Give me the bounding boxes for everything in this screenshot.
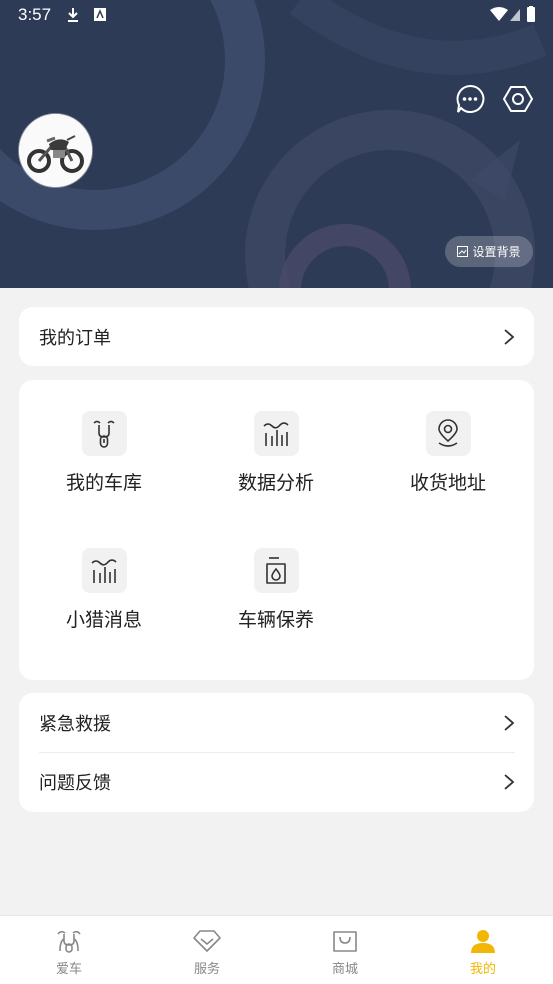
grid-icon-box — [81, 548, 127, 593]
bottom-tab-bar: 爱车 服务 商城 我的 — [0, 915, 553, 984]
person-icon — [471, 930, 495, 953]
diamond-icon — [193, 930, 221, 952]
set-background-button[interactable]: 设置背景 — [445, 236, 533, 267]
wifi-signal-battery-icon — [490, 6, 535, 22]
grid-item-data-analysis[interactable]: 数据分析 — [206, 411, 346, 511]
grid-label: 车辆保养 — [237, 609, 314, 631]
grid-icon-box — [81, 411, 127, 456]
grid-icon-box — [425, 411, 471, 456]
grid-icon-box — [253, 411, 299, 456]
chart-icon — [263, 421, 289, 446]
grid-item-shipping-address[interactable]: 收货地址 — [378, 411, 518, 511]
hexagon-settings-icon — [503, 86, 533, 112]
service-card: 紧急救援 问题反馈 — [19, 693, 534, 812]
feature-grid-card: 我的车库 数据分析 收货地址 小猎消息 车辆保养 — [19, 380, 534, 680]
set-background-label: 设置背景 — [472, 245, 521, 259]
settings-button[interactable] — [503, 84, 533, 114]
chevron-right-icon — [504, 714, 515, 731]
status-notification-icons — [66, 6, 112, 29]
tab-label: 商城 — [331, 962, 358, 977]
shopping-bag-icon — [333, 931, 357, 952]
tab-icon — [453, 928, 513, 954]
message-button[interactable] — [455, 84, 485, 114]
emergency-rescue-row[interactable]: 紧急救援 — [19, 693, 534, 752]
my-orders-label: 我的订单 — [39, 327, 111, 349]
tab-label: 我的 — [469, 962, 496, 977]
feedback-row[interactable]: 问题反馈 — [39, 752, 515, 811]
grid-icon-box — [253, 548, 299, 593]
tab-icon — [315, 928, 375, 954]
chevron-right-icon — [504, 774, 515, 790]
grid-label: 小猎消息 — [65, 609, 142, 631]
tab-mine[interactable]: 我的 — [453, 928, 513, 977]
status-system-icons — [489, 6, 539, 29]
grid-label: 数据分析 — [237, 472, 314, 494]
tab-label: 爱车 — [55, 962, 82, 977]
profile-header: 3:57 设置背景 — [0, 0, 553, 288]
motorcycle-avatar-icon — [19, 114, 92, 187]
grid-item-maintenance[interactable]: 车辆保养 — [206, 548, 346, 648]
status-bar: 3:57 — [0, 0, 553, 30]
grid-item-garage[interactable]: 我的车库 — [34, 411, 174, 511]
tab-mall[interactable]: 商城 — [315, 928, 375, 977]
my-orders-row[interactable]: 我的订单 — [19, 307, 534, 366]
status-time: 3:57 — [18, 5, 52, 24]
feedback-label: 问题反馈 — [39, 773, 111, 794]
grid-label: 我的车库 — [65, 472, 142, 494]
tab-label: 服务 — [193, 962, 220, 977]
chat-bubble-icon — [456, 84, 485, 113]
order-card: 我的订单 — [19, 307, 534, 366]
download-icon — [68, 8, 106, 22]
grid-label: 收货地址 — [409, 472, 486, 494]
scooter-icon — [57, 930, 81, 953]
tab-my-car[interactable]: 爱车 — [39, 928, 99, 977]
image-icon — [457, 246, 469, 257]
tab-icon — [177, 928, 237, 954]
chart-icon — [91, 558, 117, 583]
scooter-icon — [93, 420, 115, 448]
location-icon — [438, 418, 458, 447]
tab-icon — [39, 928, 99, 954]
emergency-rescue-label: 紧急救援 — [39, 713, 111, 735]
avatar[interactable] — [19, 114, 92, 187]
oil-can-icon — [266, 556, 286, 584]
chevron-right-icon — [504, 328, 515, 345]
grid-item-messages[interactable]: 小猎消息 — [34, 548, 174, 648]
tab-service[interactable]: 服务 — [177, 928, 237, 977]
